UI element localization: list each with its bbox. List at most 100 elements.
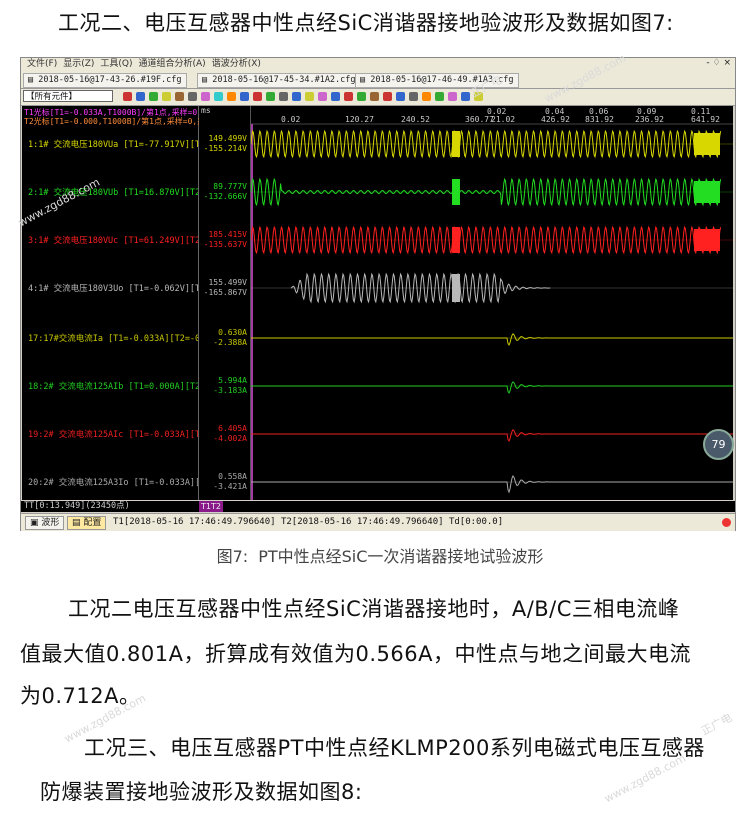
status-text: TT[0:13.949](23450点) — [24, 501, 130, 511]
channel-min-value: -155.214V — [203, 144, 247, 153]
toolbar-button-icon[interactable] — [240, 92, 249, 101]
toolbar-button-icon[interactable] — [370, 92, 379, 101]
axis-unit: ms — [201, 106, 211, 115]
channel-label[interactable]: 2:1# 交流电压180VUb [T1=16.870V][T2 — [28, 186, 198, 198]
time-tick-label: 0.02 — [281, 115, 301, 124]
caption-fig-number: 图7: — [216, 547, 249, 566]
toolbar-button-icon[interactable] — [162, 92, 171, 101]
channel-waveform — [251, 333, 733, 347]
toolbar-button-icon[interactable] — [201, 92, 210, 101]
time-tick-label: 831.92 — [585, 115, 614, 124]
channel-max-value: 155.499V — [208, 278, 247, 287]
channel-min-value: -2.388A — [213, 338, 247, 347]
channel-waveform — [251, 475, 733, 494]
window-controls[interactable]: - ♢ × — [706, 58, 731, 68]
file-tab-0[interactable]: ▤ 2018-05-16@17-43-26.#19F.cfg — [23, 73, 187, 88]
floating-badge[interactable]: 79 — [703, 429, 734, 460]
channel-label[interactable]: 19:2# 交流电流125AIc [T1=-0.033A][T2 — [28, 428, 198, 440]
channel-label[interactable]: 3:1# 交流电压180VUc [T1=61.249V][T2 — [28, 234, 198, 246]
waveform-dense-block — [694, 133, 720, 155]
toolbar-button-icon[interactable] — [383, 92, 392, 101]
toolbar-button-icon[interactable] — [305, 92, 314, 101]
menu-item-1[interactable]: 显示(Z) — [63, 59, 94, 69]
section-heading-3-line-1: 工况三、电压互感器PT中性点经KLMP200系列电磁式电压互感器 — [84, 736, 705, 760]
channel-max-value: 0.558A — [218, 472, 247, 481]
waveform-dense-block — [452, 179, 460, 205]
waveform-dense-block — [452, 274, 460, 302]
tab-config[interactable]: ▤ 配置 — [67, 516, 107, 530]
channel-max-value: 89.777V — [213, 182, 247, 191]
toolbar-button-icon[interactable] — [409, 92, 418, 101]
waveform-svg — [250, 123, 733, 500]
menu-item-0[interactable]: 文件(F) — [27, 59, 57, 69]
cursor-info-line: T2光标[T1=-0.000,T1000B]/第1点,采样=0,采样... — [24, 117, 228, 126]
record-indicator-icon — [722, 518, 731, 527]
toolbar-button-icon[interactable] — [149, 92, 158, 101]
menu-item-4[interactable]: 谐波分析(X) — [212, 59, 261, 69]
section-heading-2: 工况二、电压互感器中性点经SiC消谐器接地验波形及数据如图7: — [58, 11, 674, 35]
channel-max-value: 185.415V — [208, 230, 247, 239]
channel-min-value: -3.421A — [213, 482, 247, 491]
channel-min-value: -3.183A — [213, 386, 247, 395]
file-tab-bar: ▤ 2018-05-16@17-43-26.#19F.cfg ▤ 2018-05-… — [21, 71, 735, 89]
channel-list-panel: T1光标[T1=-0.033A,T1000B]/第1点,采样=0,00000 T2… — [22, 106, 228, 500]
element-selector[interactable]: 【所有元件】 — [23, 90, 113, 102]
body-paragraph-line-1: 工况二电压互感器中性点经SiC消谐器接地时，A/B/C三相电流峰 — [68, 597, 680, 621]
toolbar-button-icon[interactable] — [175, 92, 184, 101]
toolbar-button-icon[interactable] — [448, 92, 457, 101]
toolbar-button-icon[interactable] — [292, 92, 301, 101]
toolbar-button-icon[interactable] — [279, 92, 288, 101]
status-bar: TT[0:13.949](23450点) T1T2 — [21, 501, 735, 512]
toolbar-button-icon[interactable] — [123, 92, 132, 101]
channel-min-value: -4.002A — [213, 434, 247, 443]
channel-waveform — [251, 429, 733, 443]
toolbar-button-icon[interactable] — [318, 92, 327, 101]
toolbar-button-icon[interactable] — [435, 92, 444, 101]
time-tick-label: 240.52 — [401, 115, 430, 124]
waveform-viewer-window: 文件(F) 显示(Z) 工具(Q) 通道组合分析(A) 谐波分析(X) - ♢ × ▤ … — [20, 57, 736, 531]
time-tick-label: 21.02 — [491, 115, 516, 124]
toolbar-button-icon[interactable] — [266, 92, 275, 101]
channel-waveform — [251, 381, 733, 395]
toolbar-button-icon[interactable] — [396, 92, 405, 101]
channel-min-value: -132.666V — [203, 192, 247, 201]
bottom-bar: ▣ 波形 ▤ 配置 T1[2018-05-16 17:46:49.796640]… — [21, 513, 735, 531]
toolbar-button-icon[interactable] — [422, 92, 431, 101]
toolbar-button-icon[interactable] — [136, 92, 145, 101]
time-tick-label: 641.92 — [691, 115, 720, 124]
channel-label[interactable]: 17:17#交流电流Ia [T1=-0.033A][T2=-0 — [28, 332, 198, 344]
menu-item-2[interactable]: 工具(Q) — [100, 59, 132, 69]
waveform-dense-block — [694, 229, 720, 251]
channel-max-value: 5.994A — [218, 376, 247, 385]
channel-max-value: 0.630A — [218, 328, 247, 337]
menu-bar: 文件(F) 显示(Z) 工具(Q) 通道组合分析(A) 谐波分析(X) — [21, 58, 735, 71]
channel-label[interactable]: 1:1# 交流电压180VUa [T1=-77.917V][T2 — [28, 138, 198, 150]
file-tab-1[interactable]: ▤ 2018-05-16@17-45-34.#1A2.cfg — [197, 73, 361, 88]
menu-item-3[interactable]: 通道组合分析(A) — [139, 59, 206, 69]
time-tick-label: 360.77 — [465, 115, 494, 124]
toolbar-button-icon[interactable] — [188, 92, 197, 101]
toolbar-button-icon[interactable] — [461, 92, 470, 101]
toolbar-button-icon[interactable] — [253, 92, 262, 101]
toolbar-button-icon[interactable] — [227, 92, 236, 101]
cursor-time-info: T1[2018-05-16 17:46:49.796640] T2[2018-0… — [113, 517, 504, 527]
channel-min-value: -165.867V — [203, 288, 247, 297]
body-paragraph-line-2: 值最大值0.801A，折算成有效值为0.566A，中性点与地之间最大电流 — [20, 642, 691, 666]
time-tick-label: 120.27 — [345, 115, 374, 124]
toolbar: 【所有元件】 — [21, 89, 735, 106]
channel-max-value: 149.499V — [208, 134, 247, 143]
scale-values-panel: ms 149.499V -155.214V 89.777V -132.666V 185.4… — [199, 106, 251, 500]
cursor-marker-label[interactable]: T1T2 — [199, 501, 223, 512]
waveform-plot-area[interactable]: 0.02 0.04 0.06 0.09 0.11 0.02 120.27 240.52 360.… — [250, 106, 733, 500]
toolbar-button-icon[interactable] — [357, 92, 366, 101]
time-tick-label: 426.92 — [541, 115, 570, 124]
tab-waveform[interactable]: ▣ 波形 — [25, 516, 65, 530]
channel-label[interactable]: 4:1# 交流电压180V3Uo [T1=-0.062V][T2 — [28, 282, 198, 294]
toolbar-button-icon[interactable] — [331, 92, 340, 101]
channel-label[interactable]: 20:2# 交流电流125A3Io [T1=-0.033A][T — [28, 476, 198, 488]
toolbar-button-icon[interactable] — [214, 92, 223, 101]
toolbar-button-icon[interactable] — [344, 92, 353, 101]
channel-label[interactable]: 18:2# 交流电流125AIb [T1=0.000A][T2 — [28, 380, 198, 392]
time-tick-label: 236.92 — [635, 115, 664, 124]
waveform-dense-block — [452, 227, 460, 253]
